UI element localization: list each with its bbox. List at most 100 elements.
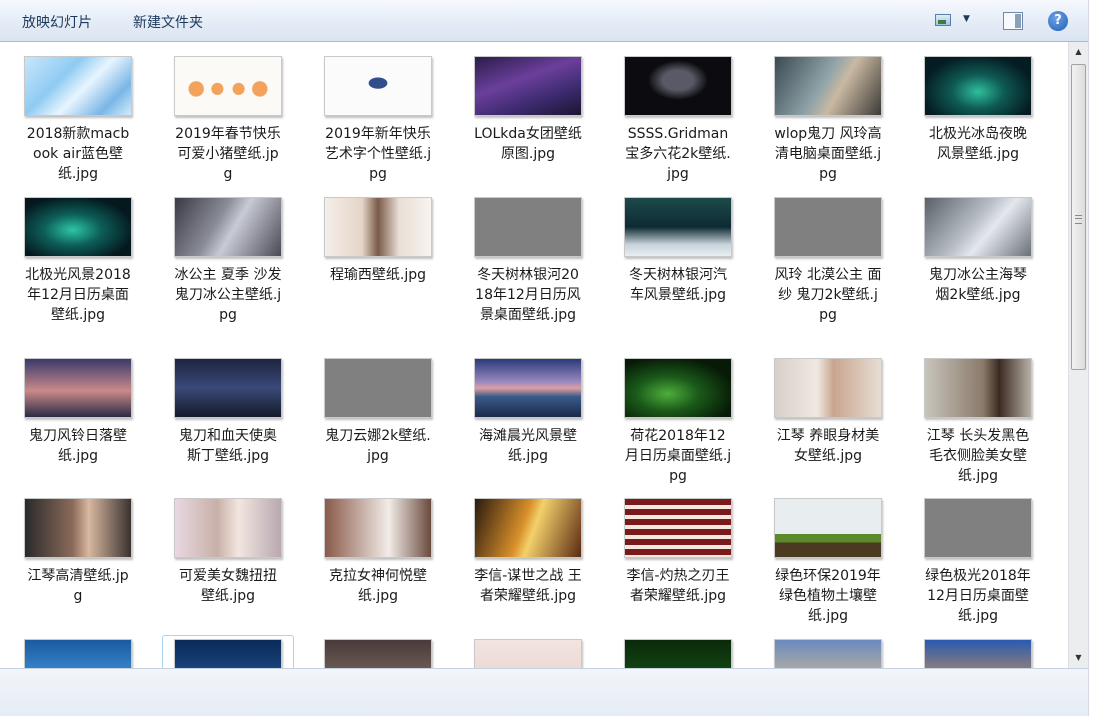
file-thumbnail[interactable] [324, 498, 432, 558]
file-item[interactable]: 冬天树林银河汽车风景壁纸.jpg [618, 197, 738, 305]
file-name[interactable]: 鬼刀云娜2k壁纸.jpg [318, 426, 438, 466]
file-name[interactable]: SSSS.Gridman宝多六花2k壁纸.jpg [618, 124, 738, 184]
file-item[interactable] [468, 639, 588, 668]
file-name[interactable]: 可爱美女魏扭扭壁纸.jpg [168, 566, 288, 606]
file-name[interactable]: 北极光冰岛夜晚风景壁纸.jpg [918, 124, 1038, 164]
file-name[interactable]: 2018新款macbook air蓝色壁纸.jpg [18, 124, 138, 184]
new-folder-button[interactable]: 新建文件夹 [133, 12, 203, 32]
file-item[interactable] [162, 635, 294, 668]
file-thumbnail[interactable] [174, 639, 282, 668]
chevron-down-icon[interactable]: ▼ [963, 14, 970, 24]
file-name[interactable]: 江琴高清壁纸.jpg [18, 566, 138, 606]
file-item[interactable]: 北极光冰岛夜晚风景壁纸.jpg [918, 56, 1038, 164]
file-item[interactable]: 江琴 长头发黑色毛衣侧脸美女壁纸.jpg [918, 358, 1038, 486]
file-thumbnail[interactable] [324, 197, 432, 257]
file-item[interactable] [768, 639, 888, 668]
file-thumbnail[interactable] [24, 358, 132, 418]
file-thumbnail[interactable] [474, 639, 582, 668]
file-thumbnail[interactable] [624, 358, 732, 418]
file-thumbnail[interactable] [624, 197, 732, 257]
file-name[interactable]: 鬼刀冰公主海琴烟2k壁纸.jpg [918, 265, 1038, 305]
file-thumbnail[interactable] [774, 197, 882, 257]
file-thumbnail[interactable] [624, 498, 732, 558]
file-name[interactable]: 程瑜西壁纸.jpg [318, 265, 438, 285]
file-name[interactable]: 荷花2018年12月日历桌面壁纸.jpg [618, 426, 738, 486]
file-item[interactable]: 绿色极光2018年12月日历桌面壁纸.jpg [918, 498, 1038, 626]
file-thumbnail[interactable] [324, 639, 432, 668]
file-thumbnail[interactable] [24, 498, 132, 558]
file-name[interactable]: 冬天树林银河2018年12月日历风景桌面壁纸.jpg [468, 265, 588, 325]
file-thumbnail[interactable] [474, 197, 582, 257]
file-thumbnail[interactable] [174, 56, 282, 116]
file-item[interactable] [618, 639, 738, 668]
file-item[interactable]: SSSS.Gridman宝多六花2k壁纸.jpg [618, 56, 738, 184]
file-name[interactable]: 李信-灼热之刃王者荣耀壁纸.jpg [618, 566, 738, 606]
file-item[interactable]: 李信-谋世之战 王者荣耀壁纸.jpg [468, 498, 588, 606]
file-name[interactable]: 2019年春节快乐可爱小猪壁纸.jpg [168, 124, 288, 184]
change-view-icon[interactable] [935, 14, 951, 26]
file-thumbnail[interactable] [924, 358, 1032, 418]
preview-pane-icon[interactable] [1003, 12, 1023, 30]
file-thumbnail[interactable] [774, 56, 882, 116]
file-item[interactable]: 江琴 养眼身材美女壁纸.jpg [768, 358, 888, 466]
file-name[interactable]: 鬼刀和血天使奥斯丁壁纸.jpg [168, 426, 288, 466]
file-item[interactable]: LOLkda女团壁纸原图.jpg [468, 56, 588, 164]
file-thumbnail[interactable] [774, 358, 882, 418]
file-thumbnail[interactable] [774, 498, 882, 558]
file-item[interactable]: 2019年新年快乐艺术字个性壁纸.jpg [318, 56, 438, 184]
file-item[interactable]: 克拉女神何悦壁纸.jpg [318, 498, 438, 606]
file-item[interactable]: wlop鬼刀 风玲高清电脑桌面壁纸.jpg [768, 56, 888, 184]
vertical-scrollbar[interactable]: ▲ ▼ [1068, 42, 1088, 668]
file-thumbnail[interactable] [24, 639, 132, 668]
file-name[interactable]: 克拉女神何悦壁纸.jpg [318, 566, 438, 606]
file-item[interactable]: 程瑜西壁纸.jpg [318, 197, 438, 285]
file-item[interactable]: 鬼刀云娜2k壁纸.jpg [318, 358, 438, 466]
file-item[interactable]: 冰公主 夏季 沙发 鬼刀冰公主壁纸.jpg [168, 197, 288, 325]
file-item[interactable]: 2018新款macbook air蓝色壁纸.jpg [18, 56, 138, 184]
file-item[interactable] [318, 639, 438, 668]
file-item[interactable]: 绿色环保2019年绿色植物土壤壁纸.jpg [768, 498, 888, 626]
file-thumbnail[interactable] [774, 639, 882, 668]
file-item[interactable] [918, 639, 1038, 668]
file-name[interactable]: 风玲 北漠公主 面纱 鬼刀2k壁纸.jpg [768, 265, 888, 325]
file-item[interactable]: 李信-灼热之刃王者荣耀壁纸.jpg [618, 498, 738, 606]
file-name[interactable]: 李信-谋世之战 王者荣耀壁纸.jpg [468, 566, 588, 606]
file-name[interactable]: 2019年新年快乐艺术字个性壁纸.jpg [318, 124, 438, 184]
scrollbar-thumb[interactable] [1071, 64, 1086, 370]
scroll-up-arrow-icon[interactable]: ▲ [1069, 44, 1088, 60]
file-item[interactable]: 可爱美女魏扭扭壁纸.jpg [168, 498, 288, 606]
file-item[interactable]: 荷花2018年12月日历桌面壁纸.jpg [618, 358, 738, 486]
file-thumbnail[interactable] [24, 197, 132, 257]
file-item[interactable]: 鬼刀和血天使奥斯丁壁纸.jpg [168, 358, 288, 466]
file-thumbnail[interactable] [924, 639, 1032, 668]
file-item[interactable]: 北极光风景2018年12月日历桌面壁纸.jpg [18, 197, 138, 325]
file-item[interactable]: 海滩晨光风景壁纸.jpg [468, 358, 588, 466]
file-thumbnail[interactable] [924, 56, 1032, 116]
file-item[interactable]: 江琴高清壁纸.jpg [18, 498, 138, 606]
file-thumbnail[interactable] [474, 358, 582, 418]
file-item[interactable]: 鬼刀风铃日落壁纸.jpg [18, 358, 138, 466]
file-thumbnail[interactable] [474, 498, 582, 558]
file-name[interactable]: 绿色环保2019年绿色植物土壤壁纸.jpg [768, 566, 888, 626]
scroll-down-arrow-icon[interactable]: ▼ [1069, 650, 1088, 666]
file-name[interactable]: 江琴 养眼身材美女壁纸.jpg [768, 426, 888, 466]
file-name[interactable]: LOLkda女团壁纸原图.jpg [468, 124, 588, 164]
file-item[interactable] [18, 639, 138, 668]
file-name[interactable]: 冬天树林银河汽车风景壁纸.jpg [618, 265, 738, 305]
file-name[interactable]: 北极光风景2018年12月日历桌面壁纸.jpg [18, 265, 138, 325]
file-thumbnail[interactable] [324, 56, 432, 116]
file-thumbnail[interactable] [924, 498, 1032, 558]
file-thumbnail[interactable] [624, 56, 732, 116]
file-thumbnail[interactable] [474, 56, 582, 116]
file-name[interactable]: 绿色极光2018年12月日历桌面壁纸.jpg [918, 566, 1038, 626]
file-thumbnail[interactable] [174, 197, 282, 257]
file-thumbnail[interactable] [924, 197, 1032, 257]
help-icon[interactable]: ? [1048, 11, 1068, 31]
file-thumbnail[interactable] [24, 56, 132, 116]
file-thumbnail[interactable] [624, 639, 732, 668]
file-item[interactable]: 冬天树林银河2018年12月日历风景桌面壁纸.jpg [468, 197, 588, 325]
slideshow-button[interactable]: 放映幻灯片 [22, 12, 92, 32]
file-name[interactable]: wlop鬼刀 风玲高清电脑桌面壁纸.jpg [768, 124, 888, 184]
file-item[interactable]: 2019年春节快乐可爱小猪壁纸.jpg [168, 56, 288, 184]
file-thumbnail[interactable] [324, 358, 432, 418]
